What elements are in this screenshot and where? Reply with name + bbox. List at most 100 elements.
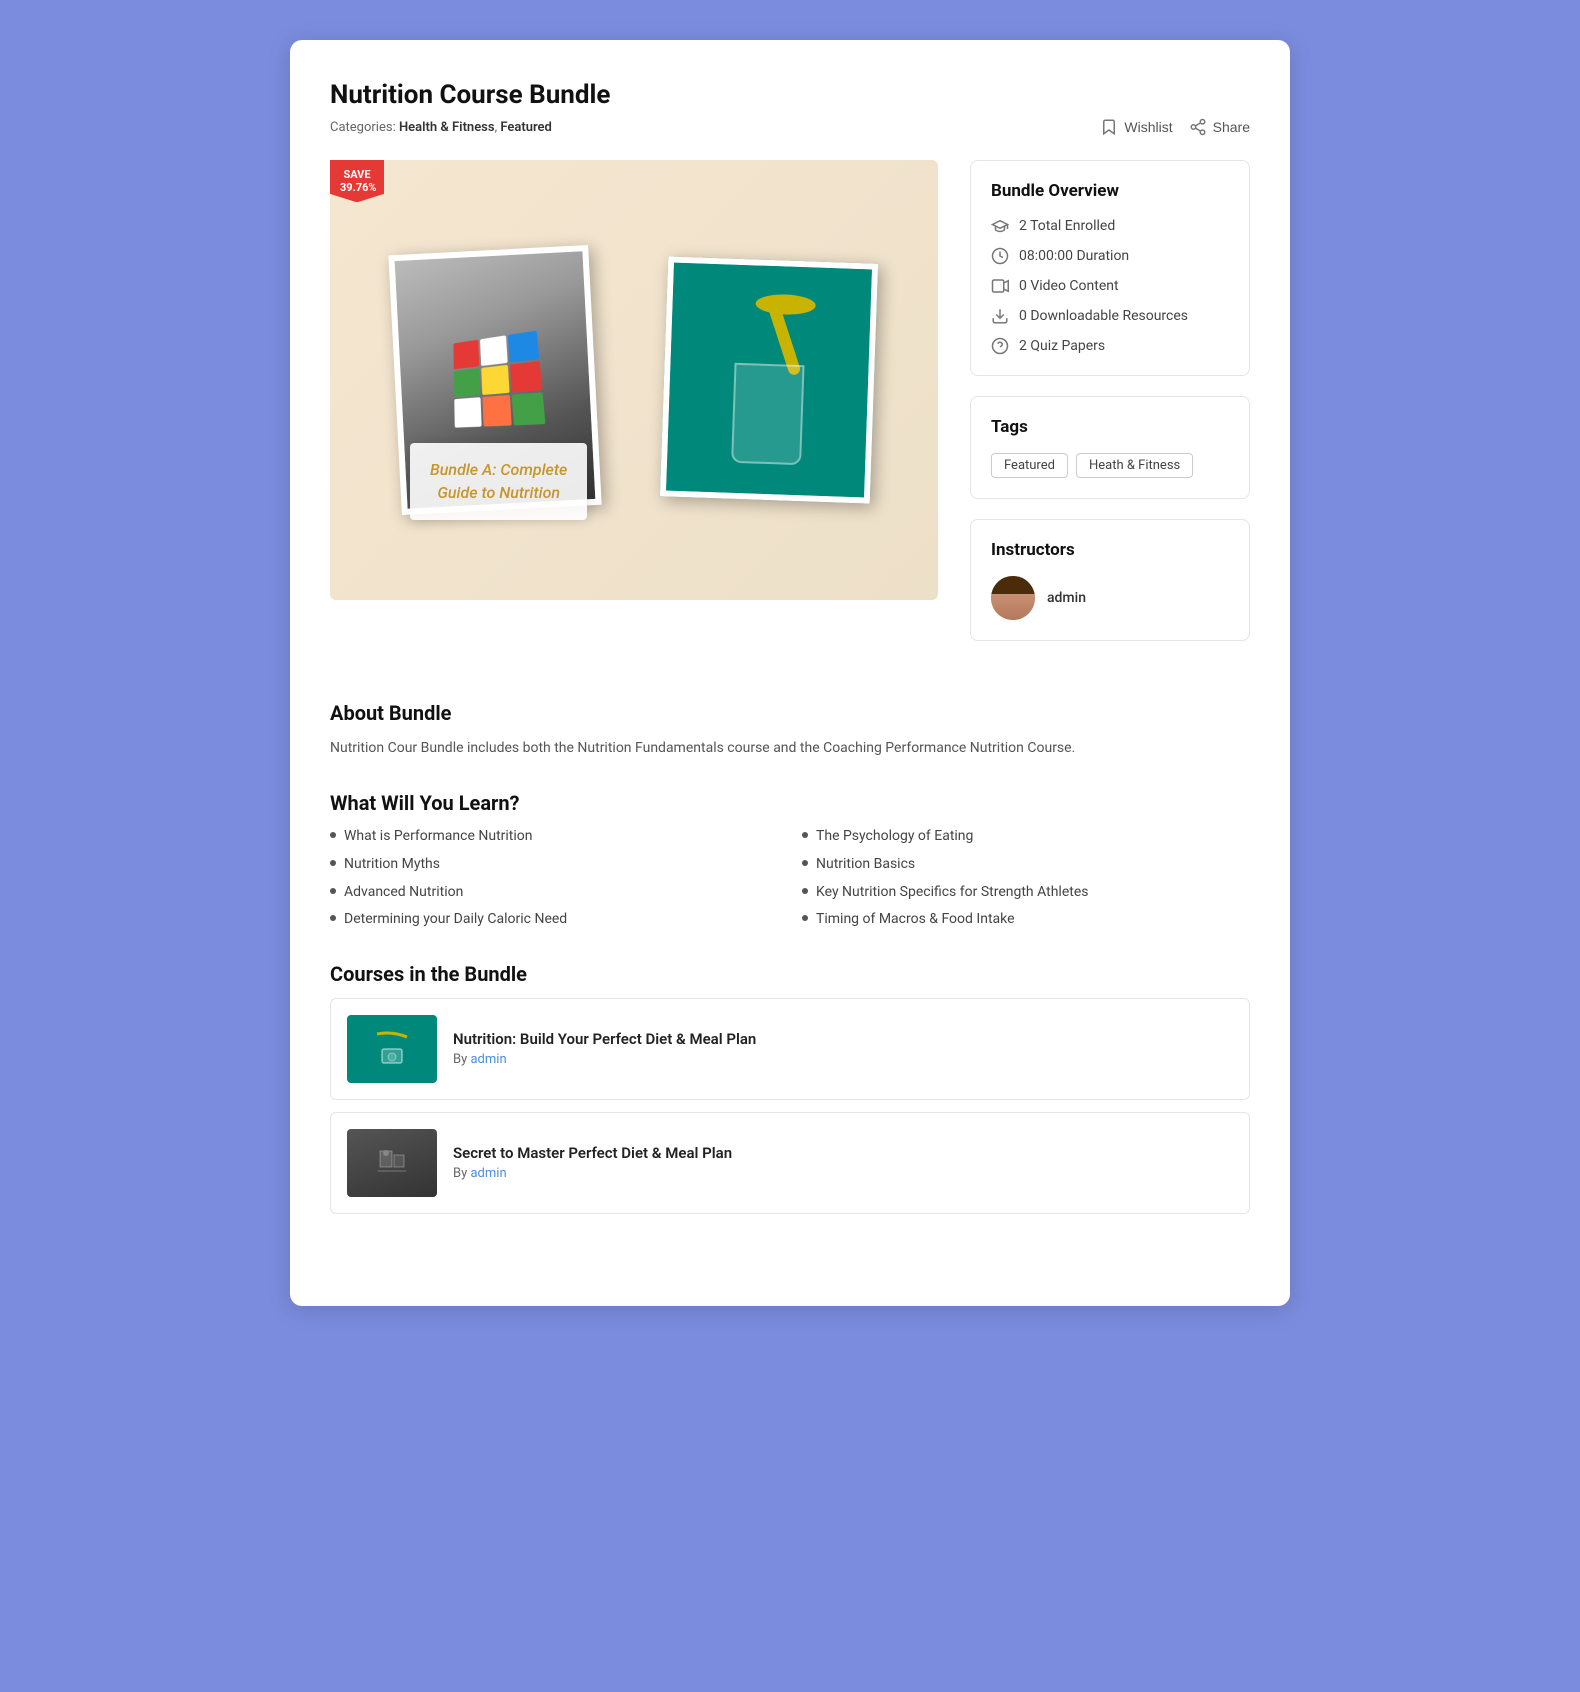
liquid-pour xyxy=(666,263,872,498)
tags-section: Tags Featured Heath & Fitness xyxy=(970,396,1250,499)
learn-item-label-4: Determining your Daily Caloric Need xyxy=(344,910,567,930)
course-thumb-1-icon xyxy=(372,1029,412,1069)
bullet-7 xyxy=(802,888,808,894)
avatar xyxy=(991,576,1035,620)
bullet-1 xyxy=(330,832,336,838)
about-section: About Bundle Nutrition Cour Bundle inclu… xyxy=(330,701,1250,759)
cube-cell-8 xyxy=(482,395,512,426)
course-card-2[interactable]: Secret to Master Perfect Diet & Meal Pla… xyxy=(330,1112,1250,1214)
cube-cell-7 xyxy=(454,398,481,428)
graduation-icon xyxy=(991,217,1009,235)
bullet-4 xyxy=(330,915,336,921)
tags-title: Tags xyxy=(991,417,1229,437)
hero-photo-right xyxy=(659,256,877,503)
tag-heath-fitness[interactable]: Heath & Fitness xyxy=(1076,453,1193,478)
stat-enrolled-label: 2 Total Enrolled xyxy=(1019,218,1115,234)
course-title-1: Nutrition: Build Your Perfect Diet & Mea… xyxy=(453,1030,1233,1048)
bullet-6 xyxy=(802,860,808,866)
learn-item-label-2: Nutrition Myths xyxy=(344,855,440,875)
courses-list: Nutrition: Build Your Perfect Diet & Mea… xyxy=(330,998,1250,1214)
course-info-2: Secret to Master Perfect Diet & Meal Pla… xyxy=(453,1144,1233,1181)
tag-featured[interactable]: Featured xyxy=(991,453,1068,478)
learn-item-label-3: Advanced Nutrition xyxy=(344,883,463,903)
stat-quiz-label: 2 Quiz Papers xyxy=(1019,338,1105,354)
page-container: Nutrition Course Bundle Categories: Heal… xyxy=(290,40,1290,1306)
stat-video-label: 0 Video Content xyxy=(1019,278,1119,294)
stat-video: 0 Video Content xyxy=(991,277,1229,295)
quiz-icon xyxy=(991,337,1009,355)
learn-heading: What Will You Learn? xyxy=(330,791,1250,815)
share-button[interactable]: Share xyxy=(1189,118,1250,136)
instructors-title: Instructors xyxy=(991,540,1229,560)
learn-item-label-5: The Psychology of Eating xyxy=(816,827,973,847)
learn-item-7: Key Nutrition Specifics for Strength Ath… xyxy=(802,883,1250,903)
share-icon xyxy=(1189,118,1207,136)
bookmark-icon xyxy=(1100,118,1118,136)
hero-section: SAVE39.76% xyxy=(330,160,938,661)
instructor-name[interactable]: admin xyxy=(1047,590,1086,606)
learn-item-6: Nutrition Basics xyxy=(802,855,1250,875)
learn-list: What is Performance Nutrition The Psycho… xyxy=(330,827,1250,929)
cube-cell-2 xyxy=(479,335,507,365)
page-title: Nutrition Course Bundle xyxy=(330,80,1250,110)
about-text: Nutrition Cour Bundle includes both the … xyxy=(330,737,1250,759)
categories-row: Categories: Health & Fitness, Featured W… xyxy=(330,118,1250,136)
cube-cell-1 xyxy=(453,340,479,369)
action-buttons: Wishlist Share xyxy=(1100,118,1250,136)
learn-item-1: What is Performance Nutrition xyxy=(330,827,778,847)
course-thumb-2-icon xyxy=(372,1143,412,1183)
wishlist-button[interactable]: Wishlist xyxy=(1100,118,1172,136)
video-icon xyxy=(991,277,1009,295)
learn-item-label-8: Timing of Macros & Food Intake xyxy=(816,910,1015,930)
rubik-cube xyxy=(453,331,545,428)
hero-text-card: Bundle A: CompleteGuide to Nutrition xyxy=(410,443,587,520)
course-card-1[interactable]: Nutrition: Build Your Perfect Diet & Mea… xyxy=(330,998,1250,1100)
courses-heading: Courses in the Bundle xyxy=(330,962,1250,986)
share-label: Share xyxy=(1213,119,1250,135)
categories-text: Categories: Health & Fitness, Featured xyxy=(330,120,552,135)
cube-cell-4 xyxy=(453,368,479,398)
learn-section: What Will You Learn? What is Performance… xyxy=(330,791,1250,929)
stat-duration-label: 08:00:00 Duration xyxy=(1019,248,1129,264)
category-featured[interactable]: Featured xyxy=(500,120,552,135)
learn-item-label-7: Key Nutrition Specifics for Strength Ath… xyxy=(816,883,1088,903)
course-author-2[interactable]: admin xyxy=(470,1166,506,1181)
learn-item-3: Advanced Nutrition xyxy=(330,883,778,903)
instructors-section: Instructors admin xyxy=(970,519,1250,641)
about-heading: About Bundle xyxy=(330,701,1250,725)
category-health[interactable]: Health & Fitness xyxy=(399,120,495,135)
bundle-overview-title: Bundle Overview xyxy=(991,181,1229,201)
bullet-8 xyxy=(802,915,808,921)
cube-cell-3 xyxy=(508,331,539,363)
learn-item-8: Timing of Macros & Food Intake xyxy=(802,910,1250,930)
stat-duration: 08:00:00 Duration xyxy=(991,247,1229,265)
learn-item-5: The Psychology of Eating xyxy=(802,827,1250,847)
course-info-1: Nutrition: Build Your Perfect Diet & Mea… xyxy=(453,1030,1233,1067)
courses-section: Courses in the Bundle Nutrition: Build Y… xyxy=(330,962,1250,1214)
download-icon xyxy=(991,307,1009,325)
avatar-hair xyxy=(991,576,1035,594)
course-by-1: By admin xyxy=(453,1052,1233,1067)
cube-cell-6 xyxy=(510,361,542,393)
stat-downloads: 0 Downloadable Resources xyxy=(991,307,1229,325)
liquid-glass xyxy=(731,363,804,465)
course-title-2: Secret to Master Perfect Diet & Meal Pla… xyxy=(453,1144,1233,1162)
cube-cell-5 xyxy=(480,364,509,395)
stat-enrolled: 2 Total Enrolled xyxy=(991,217,1229,235)
bundle-overview-section: Bundle Overview 2 Total Enrolled 08:00:0… xyxy=(970,160,1250,376)
tags-container: Featured Heath & Fitness xyxy=(991,453,1229,478)
course-thumb-2 xyxy=(347,1129,437,1197)
sidebar: Bundle Overview 2 Total Enrolled 08:00:0… xyxy=(970,160,1250,661)
cube-cell-9 xyxy=(512,393,545,426)
hero-image: Bundle A: CompleteGuide to Nutrition xyxy=(330,160,938,600)
learn-item-2: Nutrition Myths xyxy=(330,855,778,875)
avatar-face xyxy=(991,576,1035,620)
instructor-row: admin xyxy=(991,576,1229,620)
main-layout: SAVE39.76% xyxy=(330,160,1250,661)
categories-label: Categories: xyxy=(330,120,396,135)
bullet-2 xyxy=(330,860,336,866)
course-author-1[interactable]: admin xyxy=(470,1052,506,1067)
wishlist-label: Wishlist xyxy=(1124,119,1172,135)
save-badge: SAVE39.76% xyxy=(330,160,384,202)
hero-image-inner: Bundle A: CompleteGuide to Nutrition xyxy=(330,160,938,600)
